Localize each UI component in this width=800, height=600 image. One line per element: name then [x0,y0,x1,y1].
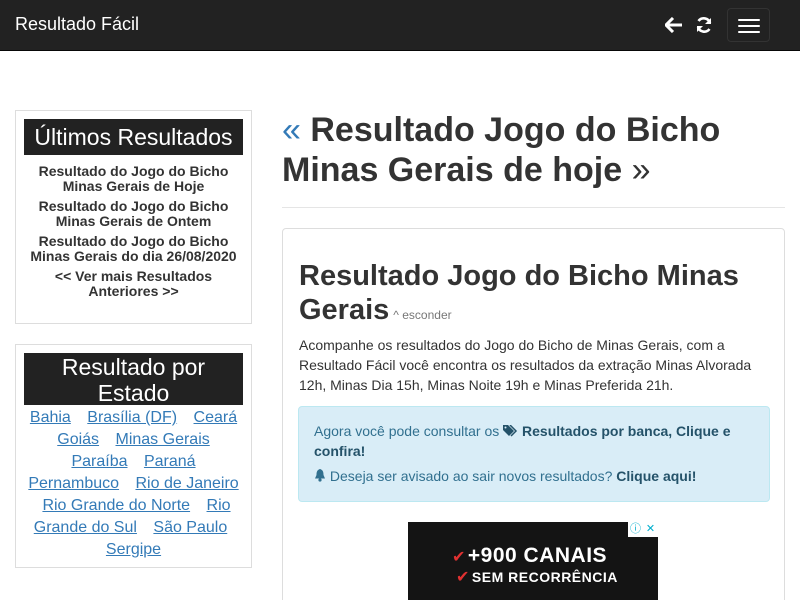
results-by-state-box: Resultado por Estado Bahia Brasília (DF)… [15,344,252,568]
alert-line-2: Deseja ser avisado ao sair novos resulta… [314,466,754,486]
panel-heading-text: Resultado Jogo do Bicho Minas Gerais [299,260,739,326]
navbar: Resultado Fácil [0,0,800,51]
state-link[interactable]: São Paulo [153,519,227,536]
brand-link[interactable]: Resultado Fácil [15,14,139,35]
latest-results-title: Últimos Resultados [24,119,243,155]
ad-info-icon[interactable]: ⓘ [628,522,643,537]
menu-toggle-button[interactable] [727,8,770,42]
page-title: « Resultado Jogo do Bicho Minas Gerais d… [282,110,792,190]
panel-description: Acompanhe os resultados do Jogo do Bicho… [299,337,752,393]
latest-results-box: Últimos Resultados Resultado do Jogo do … [15,110,252,324]
state-link[interactable]: Sergipe [106,541,161,558]
chevrons-right-icon: » [631,151,651,189]
advertisement-banner[interactable]: ⓘ ✕ ✔+900 CANAIS ✔ SEM RECORRÊNCIA [408,522,658,600]
bell-icon [314,468,330,484]
notify-link[interactable]: Clique aqui! [616,468,696,484]
state-links: Bahia Brasília (DF) Ceará Goiás Minas Ge… [16,405,251,561]
more-results-link[interactable]: << Ver mais Resultados Anteriores >> [16,269,251,299]
panel-heading: Resultado Jogo do Bicho Minas Gerais ^ es… [299,259,769,332]
ad-subline: ✔ SEM RECORRÊNCIA [456,569,618,586]
state-link[interactable]: Ceará [194,409,238,426]
check-icon: ✔ [456,569,470,586]
state-link[interactable]: Rio de Janeiro [136,475,239,492]
hide-toggle-link[interactable]: ^ esconder [393,308,451,322]
ad-headline: ✔+900 CANAIS [452,544,608,567]
alert-line-1: Agora você pode consultar os Resultados … [314,423,731,459]
ad-close-icon[interactable]: ✕ [643,522,658,537]
result-link-yesterday[interactable]: Resultado do Jogo do Bicho Minas Gerais … [16,199,251,229]
arrow-left-icon[interactable] [663,13,685,37]
info-alert: Agora você pode consultar os Resultados … [298,406,770,502]
result-link-date[interactable]: Resultado do Jogo do Bicho Minas Gerais … [16,234,251,264]
state-link[interactable]: Goiás [57,431,99,448]
state-link[interactable]: Paraíba [71,453,127,470]
refresh-icon[interactable] [693,13,715,37]
check-icon: ✔ [452,549,466,566]
menu-icon [738,19,760,21]
results-by-state-title: Resultado por Estado [24,353,243,406]
state-link[interactable]: Minas Gerais [116,431,210,448]
tags-icon [503,423,522,439]
page-title-text: Resultado Jogo do Bicho Minas Gerais de … [282,111,721,189]
state-link[interactable]: Brasília (DF) [87,409,177,426]
chevrons-left-icon: « [282,111,301,149]
results-panel: Resultado Jogo do Bicho Minas Gerais ^ es… [282,228,785,600]
state-link[interactable]: Rio Grande do Norte [42,497,190,514]
state-link[interactable]: Paraná [144,453,196,470]
state-link[interactable]: Pernambuco [28,475,119,492]
title-divider [282,207,785,208]
state-link[interactable]: Bahia [30,409,71,426]
ad-controls: ⓘ ✕ [628,522,658,537]
result-link-today[interactable]: Resultado do Jogo do Bicho Minas Gerais … [16,164,251,194]
